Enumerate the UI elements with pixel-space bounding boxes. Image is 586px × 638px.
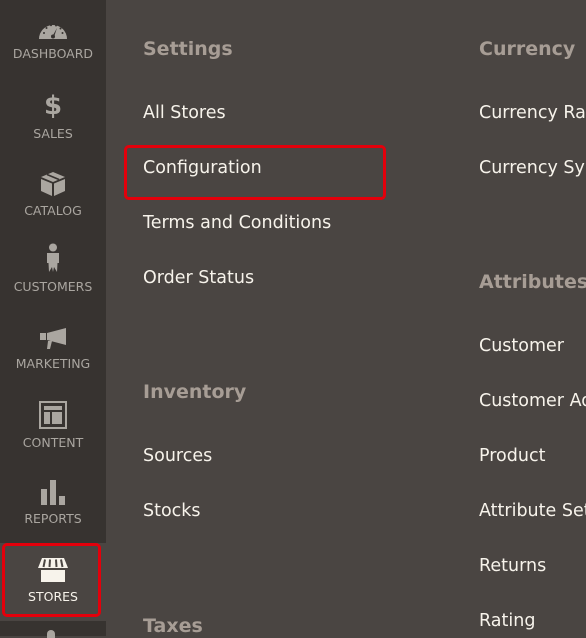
box-icon	[40, 167, 66, 197]
sidebar-item-label: Content	[22, 435, 84, 450]
sidebar-item-label: Reports	[24, 511, 82, 526]
sidebar-item-label: Sales	[33, 126, 73, 141]
sidebar-item-label: Marketing	[15, 356, 91, 371]
section-title-settings: Settings	[143, 38, 233, 60]
layout-icon	[39, 401, 67, 429]
section-title-attributes: Attributes	[479, 271, 586, 293]
sidebar-item-sales[interactable]: $ Sales	[0, 78, 106, 156]
menu-link-configuration[interactable]: Configuration	[143, 158, 262, 178]
menu-link-currency-symbols[interactable]: Currency Symbols	[479, 158, 586, 178]
sidebar-item-content[interactable]: Content	[0, 388, 106, 466]
menu-link-attribute-set[interactable]: Attribute Set	[479, 501, 586, 521]
menu-link-currency-rates[interactable]: Currency Rates	[479, 103, 586, 123]
sidebar-item-label: Catalog	[24, 203, 82, 218]
section-title-taxes: Taxes	[143, 615, 203, 637]
menu-link-sources[interactable]: Sources	[143, 446, 212, 466]
sidebar-item-dashboard[interactable]: Dashboard	[0, 0, 106, 78]
sidebar-item-label: Customers	[13, 279, 93, 294]
sidebar-next-item-icon	[47, 630, 55, 638]
dollar-icon: $	[43, 91, 63, 121]
admin-sidebar: Dashboard $ Sales Catalog Customers	[0, 0, 106, 638]
menu-link-attribute-customer[interactable]: Customer	[479, 336, 564, 356]
bar-chart-icon	[40, 477, 66, 505]
menu-link-rating[interactable]: Rating	[479, 611, 535, 631]
menu-link-attribute-product[interactable]: Product	[479, 446, 545, 466]
dashboard-gauge-icon	[38, 18, 68, 40]
sidebar-item-reports[interactable]: Reports	[0, 465, 106, 543]
stores-menu-panel: Settings All Stores Configuration Terms …	[106, 0, 586, 637]
menu-link-attribute-customer-address[interactable]: Customer Address	[479, 391, 586, 411]
megaphone-icon	[39, 324, 67, 350]
sidebar-item-marketing[interactable]: Marketing	[0, 310, 106, 388]
sidebar-item-label: Dashboard	[12, 46, 94, 61]
menu-link-order-status[interactable]: Order Status	[143, 268, 254, 288]
sidebar-item-customers[interactable]: Customers	[0, 233, 106, 311]
menu-link-all-stores[interactable]: All Stores	[143, 103, 226, 123]
section-title-inventory: Inventory	[143, 381, 247, 403]
menu-link-stocks[interactable]: Stocks	[143, 501, 201, 521]
menu-link-returns[interactable]: Returns	[479, 556, 546, 576]
sidebar-item-catalog[interactable]: Catalog	[0, 155, 106, 233]
sidebar-item-label: Stores	[28, 589, 78, 604]
person-icon	[45, 241, 61, 273]
section-title-currency: Currency	[479, 38, 576, 60]
menu-link-terms-and-conditions[interactable]: Terms and Conditions	[143, 213, 331, 233]
storefront-icon	[37, 557, 69, 583]
sidebar-item-stores[interactable]: Stores	[0, 543, 106, 621]
